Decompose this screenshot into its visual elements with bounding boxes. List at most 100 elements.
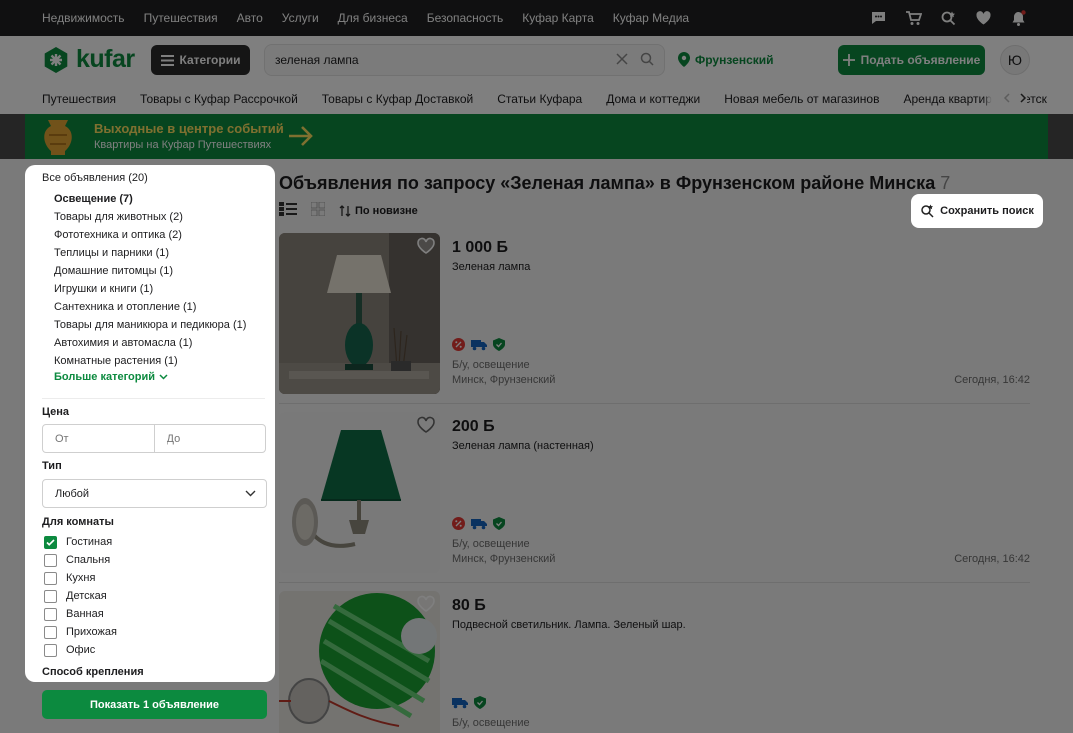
delivery-truck-icon — [471, 339, 487, 354]
type-select-value: Любой — [55, 487, 90, 500]
filter-category-item[interactable]: Автохимия и автомасла (1) — [54, 334, 246, 352]
checkbox[interactable] — [44, 553, 57, 567]
topnav-link-auto[interactable]: Авто — [237, 11, 263, 25]
listing-card[interactable]: 200 Б Зеленая лампа (настенная) Б/у, осв… — [279, 412, 1030, 583]
catrow-link[interactable]: Дома и коттеджи — [606, 92, 700, 106]
scroll-right-icon[interactable] — [1019, 92, 1027, 106]
post-ad-button[interactable]: Подать объявление — [838, 45, 985, 75]
listing-title[interactable]: Зеленая лампа — [452, 261, 530, 273]
favorite-heart-icon[interactable] — [416, 595, 436, 613]
topnav-link-media[interactable]: Куфар Медиа — [613, 11, 689, 25]
price-label: Цена — [42, 406, 70, 418]
promo-banner[interactable]: Выходные в центре событий Квартиры на Ку… — [25, 114, 1048, 159]
room-checkbox-item[interactable]: Прихожая — [44, 623, 117, 641]
topnav-link-travel[interactable]: Путешествия — [144, 11, 218, 25]
favorite-heart-icon[interactable] — [416, 237, 436, 255]
scroll-left-icon[interactable] — [1003, 92, 1011, 106]
price-from-input[interactable] — [43, 425, 154, 452]
catrow-link[interactable]: Товары с Куфар Рассрочкой — [140, 92, 298, 106]
more-categories-link[interactable]: Больше категорий — [54, 371, 168, 383]
checkbox[interactable] — [44, 589, 57, 603]
listing-title[interactable]: Подвесной светильник. Лампа. Зеленый шар… — [452, 619, 686, 631]
bell-icon[interactable] — [1009, 9, 1027, 27]
checkbox[interactable] — [44, 607, 57, 621]
filter-category-item[interactable]: Теплицы и парники (1) — [54, 244, 246, 262]
heart-icon[interactable] — [974, 9, 992, 27]
filter-category-item[interactable]: Комнатные растения (1) — [54, 352, 246, 370]
type-label: Тип — [42, 460, 62, 472]
listing-badges — [452, 338, 505, 354]
save-search-label: Сохранить поиск — [940, 205, 1034, 217]
room-checkbox-item[interactable]: Офис — [44, 641, 117, 659]
topnav-link-realty[interactable]: Недвижимость — [42, 11, 125, 25]
filter-category-item[interactable]: Товары для животных (2) — [54, 208, 246, 226]
filter-category-item[interactable]: Игрушки и книги (1) — [54, 280, 246, 298]
search-value[interactable]: зеленая лампа — [275, 53, 616, 67]
plus-icon — [842, 54, 855, 66]
listing-photo[interactable] — [279, 412, 440, 573]
category-links-row: Путешествия Товары с Куфар Рассрочкой То… — [0, 84, 1073, 114]
clear-icon[interactable] — [616, 52, 628, 68]
save-search-button[interactable]: Сохранить поиск — [911, 194, 1043, 228]
logo-text: kufar — [76, 45, 135, 73]
search-icon[interactable] — [640, 52, 654, 69]
catrow-link[interactable]: Товары с Куфар Доставкой — [322, 92, 473, 106]
list-view-icon[interactable] — [279, 202, 297, 219]
topnav-link-map[interactable]: Куфар Карта — [522, 11, 594, 25]
topnav-link-services[interactable]: Услуги — [282, 11, 319, 25]
avatar[interactable]: Ю — [1000, 45, 1030, 75]
checkbox[interactable] — [44, 643, 57, 657]
filter-category-item[interactable]: Фототехника и оптика (2) — [54, 226, 246, 244]
more-categories-label: Больше категорий — [54, 371, 155, 383]
filter-category-item[interactable]: Домашние питомцы (1) — [54, 262, 246, 280]
categories-button[interactable]: Категории — [151, 45, 250, 75]
filter-category-item[interactable]: Товары для маникюра и педикюра (1) — [54, 316, 246, 334]
kufar-logo[interactable]: kufar — [42, 45, 135, 74]
checkbox[interactable] — [44, 625, 57, 639]
delivery-truck-icon — [452, 697, 468, 712]
room-checkbox-label: Детская — [66, 590, 107, 602]
grid-view-icon[interactable] — [310, 201, 326, 219]
listing-photo[interactable] — [279, 233, 440, 394]
topnav-link-business[interactable]: Для бизнеса — [338, 11, 408, 25]
listing-divider — [279, 582, 1030, 583]
room-checkbox-item[interactable]: Детская — [44, 587, 117, 605]
favorite-heart-icon[interactable] — [416, 416, 436, 434]
room-checkbox-label: Спальня — [66, 554, 111, 566]
listing-location: Минск, Фрунзенский — [452, 374, 556, 386]
catrow-link[interactable]: Аренда квартир — [903, 92, 991, 106]
type-select[interactable]: Любой — [42, 479, 267, 508]
listing-card[interactable]: 1 000 Б Зеленая лампа Б/у, освещение Мин… — [279, 233, 1030, 404]
kufar-logo-mark — [44, 46, 68, 73]
mount-label: Способ крепления — [42, 666, 144, 678]
location-label: Фрунзенский — [695, 52, 774, 67]
room-checkbox-item[interactable]: Гостиная — [44, 533, 117, 551]
listing-location: Минск, Фрунзенский — [452, 553, 556, 565]
room-checkbox-item[interactable]: Ванная — [44, 605, 117, 623]
checkbox[interactable] — [44, 571, 57, 585]
checkbox-checked[interactable] — [44, 535, 57, 549]
chat-icon[interactable] — [869, 9, 887, 27]
listing-card[interactable]: 80 Б Подвесной светильник. Лампа. Зелены… — [279, 591, 1030, 733]
room-checkbox-label: Прихожая — [66, 626, 117, 638]
cart-icon[interactable] — [904, 9, 922, 27]
saved-search-icon[interactable] — [939, 9, 957, 27]
location-selector[interactable]: Фрунзенский — [678, 52, 774, 67]
listing-price: 1 000 Б — [452, 239, 508, 256]
filter-category-item[interactable]: Сантехника и отопление (1) — [54, 298, 246, 316]
search-input[interactable]: зеленая лампа — [264, 44, 665, 76]
price-to-input[interactable] — [154, 425, 265, 452]
room-checkbox-item[interactable]: Спальня — [44, 551, 117, 569]
filter-divider — [42, 398, 265, 399]
filter-category-item[interactable]: Освещение (7) — [54, 190, 246, 208]
show-results-button[interactable]: Показать 1 объявление — [42, 690, 267, 719]
listing-title[interactable]: Зеленая лампа (настенная) — [452, 440, 594, 452]
catrow-link[interactable]: Путешествия — [42, 92, 116, 106]
catrow-link[interactable]: Статьи Куфара — [497, 92, 582, 106]
catrow-link[interactable]: Новая мебель от магазинов — [724, 92, 879, 106]
sort-button[interactable]: По новизне — [339, 205, 418, 217]
topnav-link-security[interactable]: Безопасность — [427, 11, 504, 25]
room-checkbox-item[interactable]: Кухня — [44, 569, 117, 587]
filter-all-listings[interactable]: Все объявления (20) — [42, 172, 148, 184]
room-checkbox-list: Гостиная Спальня Кухня Детская Ванная Пр… — [44, 533, 117, 659]
